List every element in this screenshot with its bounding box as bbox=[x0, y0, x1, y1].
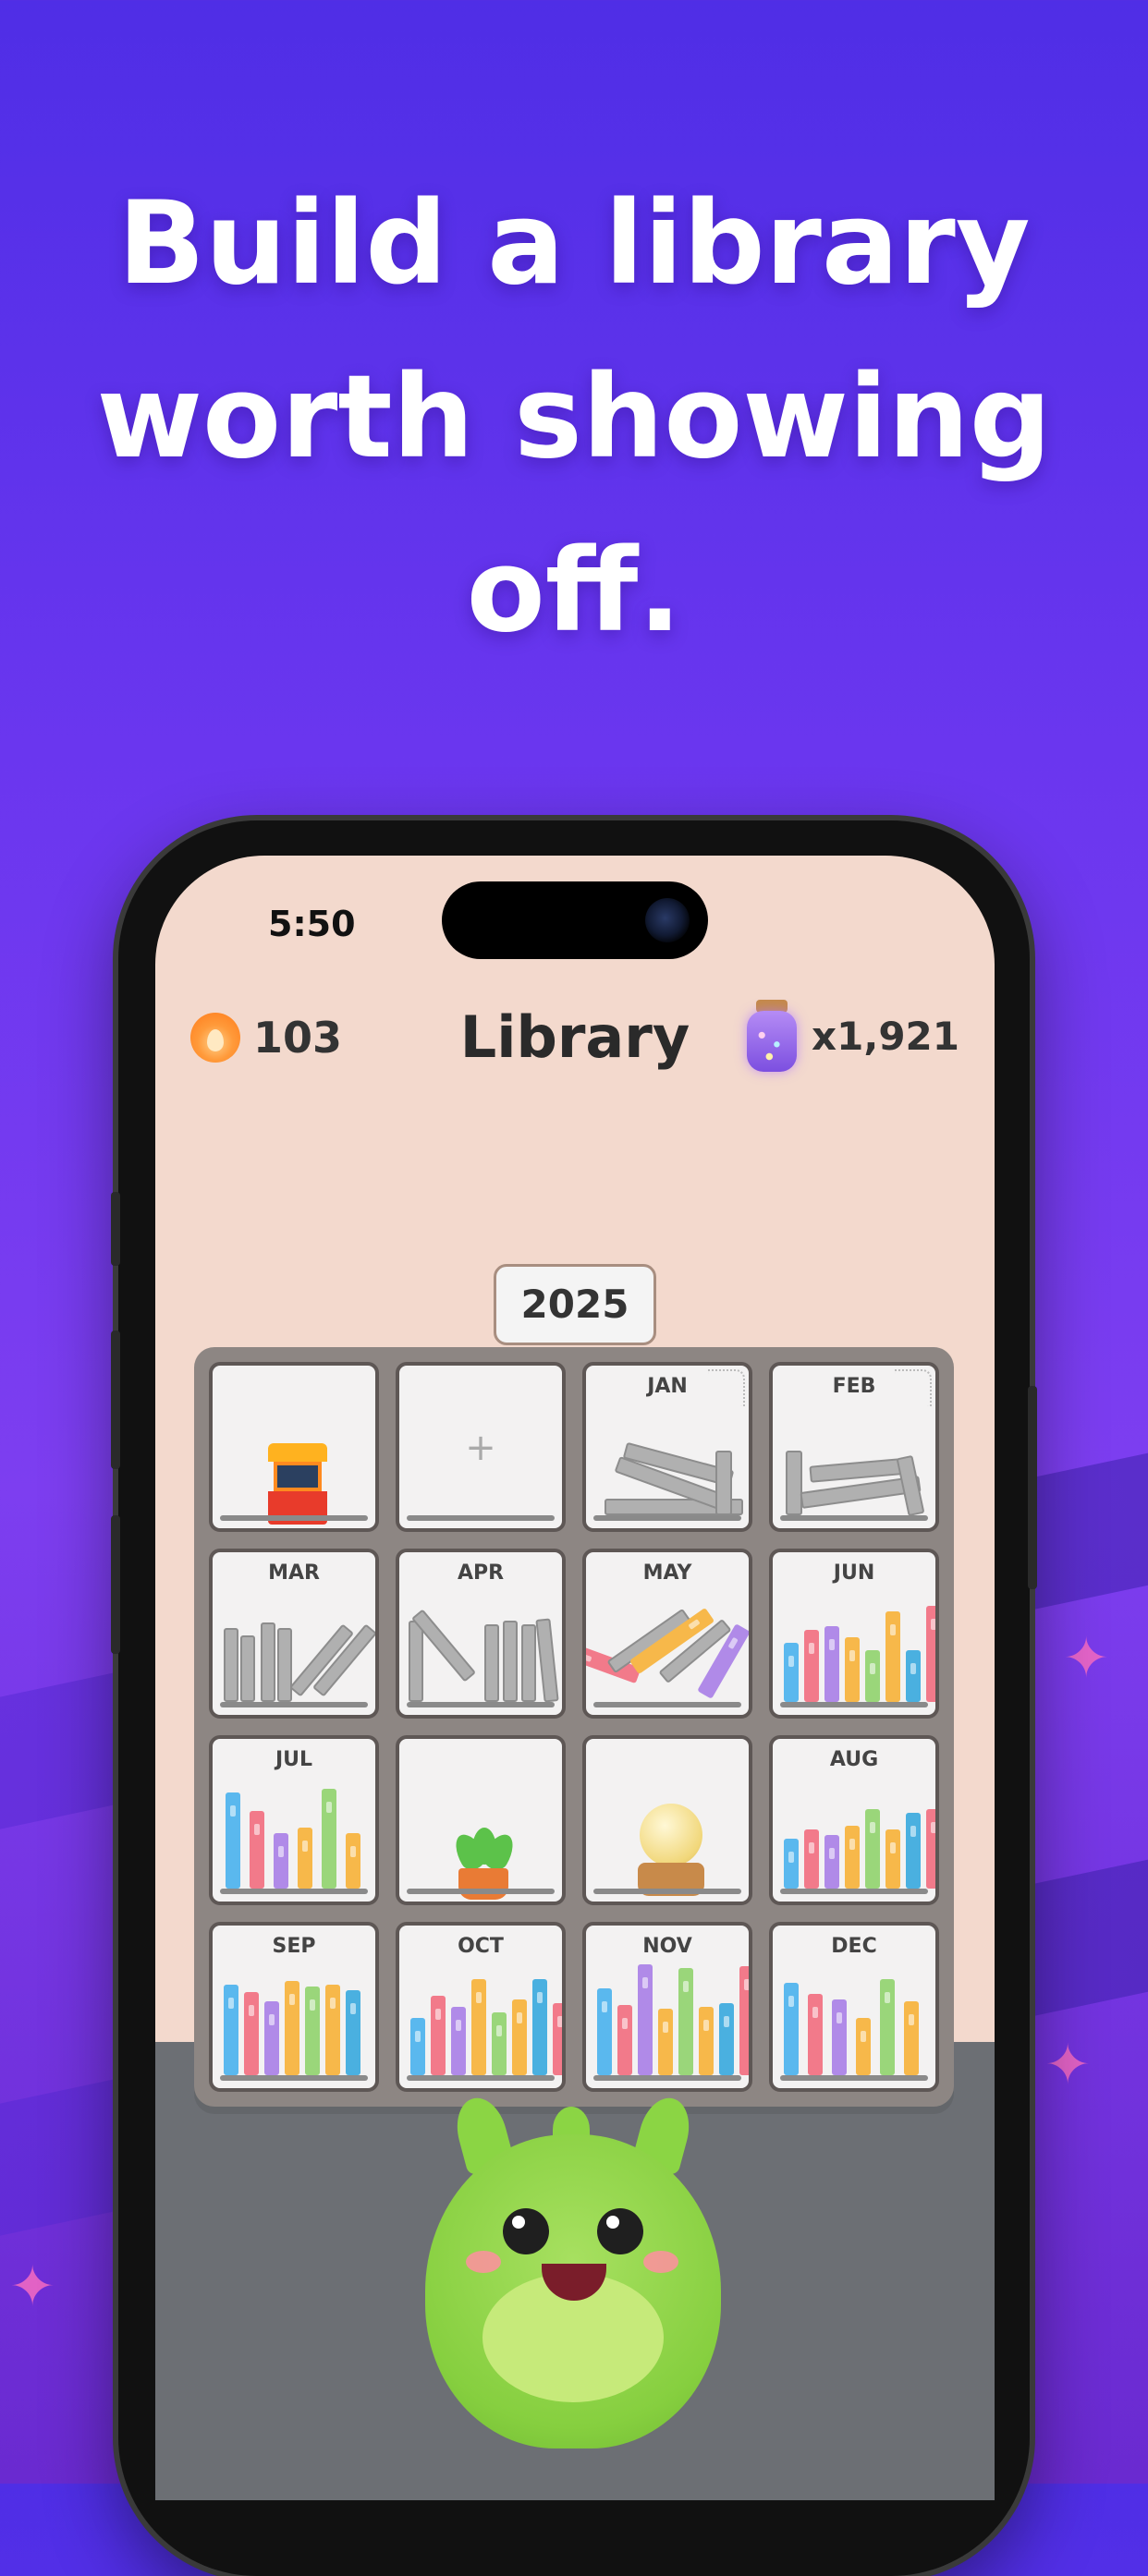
shelf-cell-jul[interactable]: JUL bbox=[209, 1735, 379, 1905]
month-label: DEC bbox=[831, 1935, 877, 1958]
month-label: APR bbox=[457, 1561, 505, 1585]
status-time: 5:50 bbox=[268, 904, 356, 944]
app-header: 103 Library x1,921 bbox=[155, 994, 995, 1087]
month-label: JUN bbox=[833, 1561, 875, 1585]
shelf-cell-decoration[interactable] bbox=[582, 1735, 752, 1905]
marketing-headline: Build a library worth showing off. bbox=[0, 157, 1148, 678]
shelf-cell-nov[interactable]: NOV bbox=[582, 1922, 752, 2092]
year-selector[interactable]: 2025 bbox=[494, 1264, 656, 1345]
green-monster-mascot bbox=[407, 2092, 739, 2448]
shelf-cell-add[interactable]: + bbox=[396, 1362, 566, 1532]
power-button bbox=[1028, 1386, 1037, 1589]
sparkle-icon: ✦ bbox=[1044, 2033, 1092, 2097]
mute-switch bbox=[111, 1192, 120, 1266]
month-label: JAN bbox=[647, 1375, 688, 1398]
headline-line-1: Build a library bbox=[117, 177, 1031, 310]
shelf-cell-oct[interactable]: OCT bbox=[396, 1922, 566, 2092]
camera-icon bbox=[645, 898, 690, 942]
month-label: SEP bbox=[272, 1935, 316, 1958]
gem-counter[interactable]: x1,921 bbox=[745, 1000, 959, 1072]
headline-line-3: off. bbox=[466, 525, 682, 658]
add-icon: + bbox=[465, 1427, 496, 1469]
month-label: MAY bbox=[642, 1561, 692, 1585]
month-label: NOV bbox=[642, 1935, 692, 1958]
sparkle-icon: ✦ bbox=[1063, 1626, 1110, 1691]
volume-down-button bbox=[111, 1515, 120, 1654]
month-label: OCT bbox=[458, 1935, 504, 1958]
dynamic-island bbox=[442, 881, 708, 959]
bookshelf-grid: + JAN FEB MAR APR MAY JUN JUL AUG SEP OC… bbox=[194, 1347, 954, 2107]
arcade-machine-icon bbox=[268, 1443, 327, 1525]
shelf-cell-aug[interactable]: AUG bbox=[769, 1735, 939, 1905]
sparkle-icon: ✦ bbox=[9, 2254, 56, 2319]
gem-jar-icon bbox=[745, 1000, 799, 1072]
crystal-ball-icon bbox=[634, 1804, 708, 1898]
shelf-cell-decoration[interactable] bbox=[396, 1735, 566, 1905]
shelf-cell-sep[interactable]: SEP bbox=[209, 1922, 379, 2092]
shelf-cell-mar[interactable]: MAR bbox=[209, 1549, 379, 1719]
shelf-cell-may[interactable]: MAY bbox=[582, 1549, 752, 1719]
shelf-cell-feb[interactable]: FEB bbox=[769, 1362, 939, 1532]
shelf-cell-jun[interactable]: JUN bbox=[769, 1549, 939, 1719]
gem-count: x1,921 bbox=[812, 1013, 959, 1059]
month-label: JUL bbox=[275, 1748, 313, 1771]
shelf-cell-decoration[interactable] bbox=[209, 1362, 379, 1532]
month-label: FEB bbox=[832, 1375, 876, 1398]
headline-line-2: worth showing bbox=[96, 351, 1052, 484]
month-label: AUG bbox=[829, 1748, 879, 1771]
shelf-cell-dec[interactable]: DEC bbox=[769, 1922, 939, 2092]
volume-up-button bbox=[111, 1331, 120, 1469]
shelf-cell-jan[interactable]: JAN bbox=[582, 1362, 752, 1532]
month-label: MAR bbox=[268, 1561, 320, 1585]
shelf-cell-apr[interactable]: APR bbox=[396, 1549, 566, 1719]
